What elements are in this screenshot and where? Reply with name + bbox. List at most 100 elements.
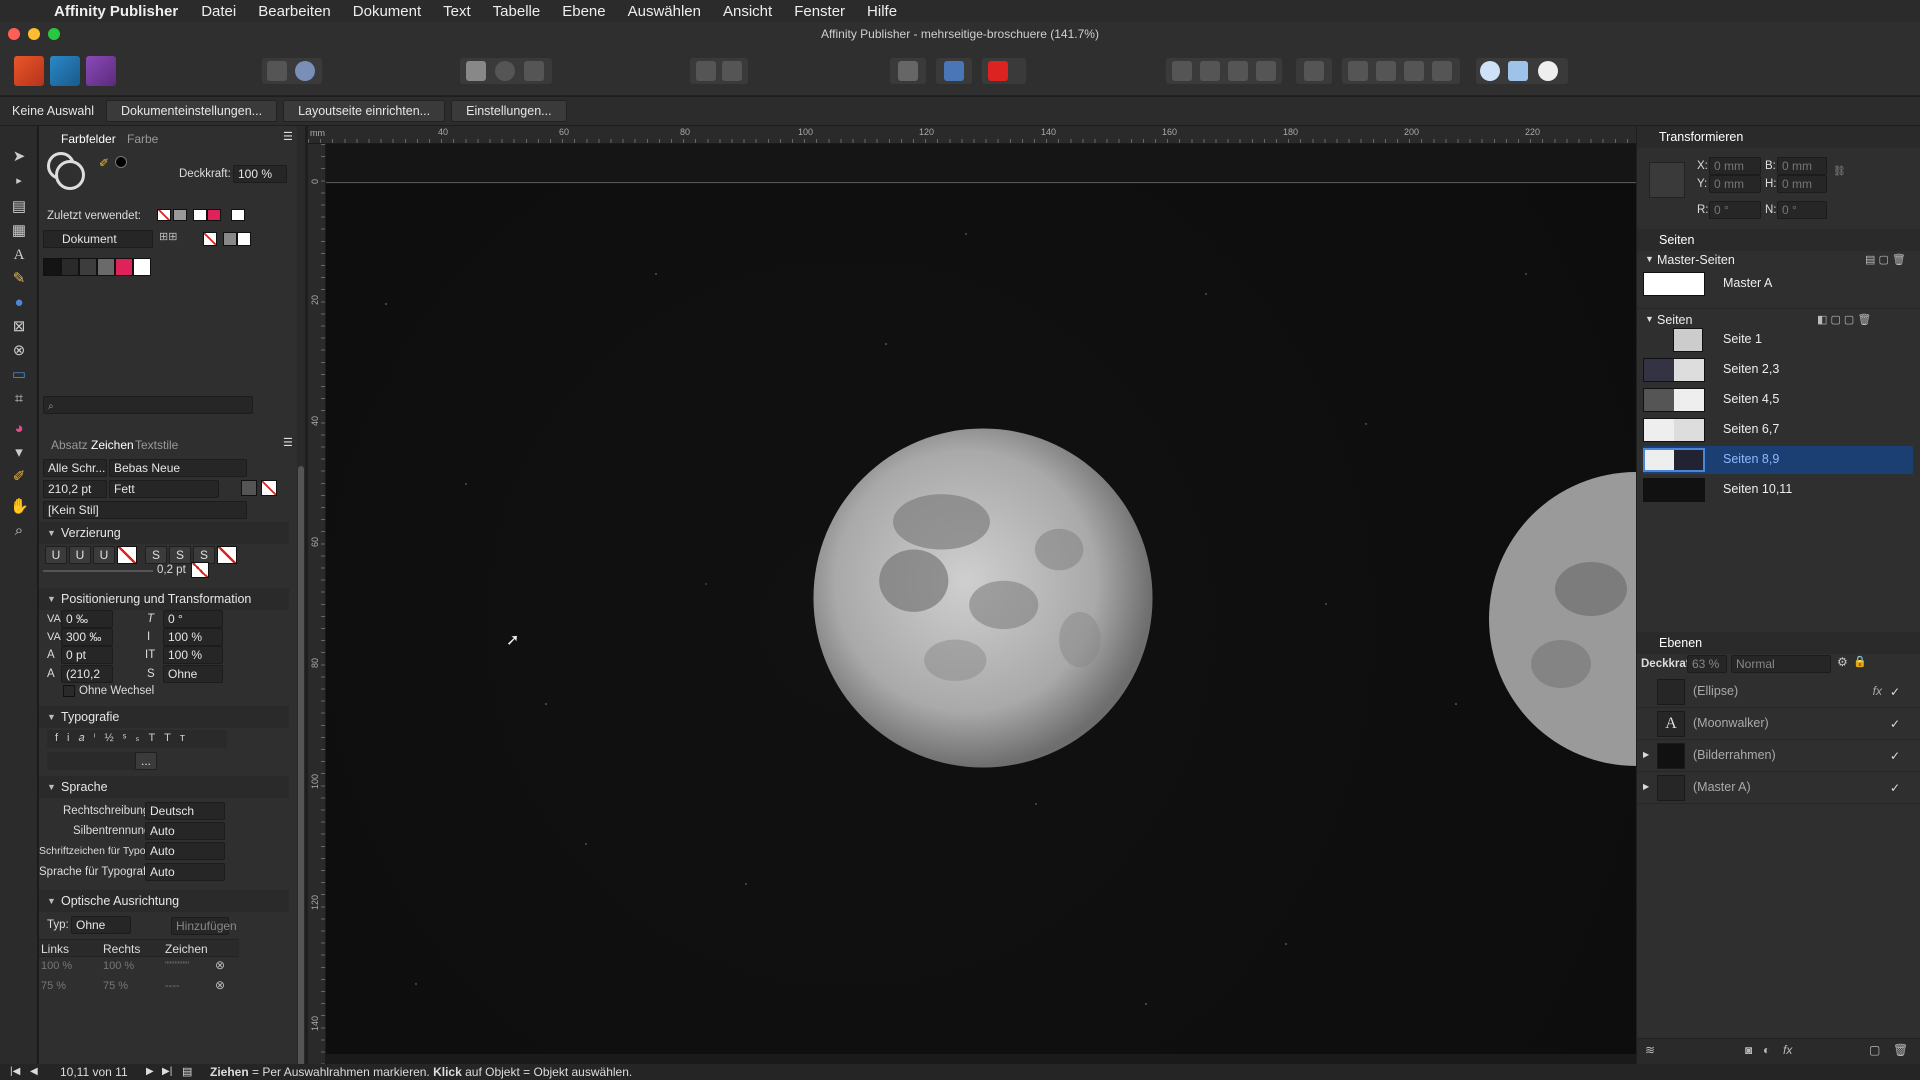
double-underline-button[interactable]: U	[69, 546, 91, 564]
x-field[interactable]: 0 mm	[1709, 157, 1761, 175]
prev-page-icon[interactable]: ◀	[30, 1064, 38, 1080]
delete-layer-icon[interactable]: 🗑	[1893, 1043, 1908, 1057]
typography-feature-icons[interactable]: fi𝑎ⁱ½ˢₛTTᴛ	[55, 732, 194, 744]
underline-color-swatch[interactable]	[117, 546, 137, 564]
minimize-window-button[interactable]	[28, 28, 40, 40]
rotation-field[interactable]: 0 °	[1709, 201, 1761, 219]
width-field[interactable]: 0 mm	[1777, 157, 1827, 175]
vertical-scale-field[interactable]: 100 %	[163, 628, 223, 646]
page-item[interactable]: Seiten 4,5	[1643, 386, 1913, 414]
remove-row-icon[interactable]: ⊗	[215, 978, 225, 992]
panel-menu-icon[interactable]: ☰	[283, 130, 293, 143]
pages-icon[interactable]: ▤	[182, 1064, 192, 1080]
blend-mode-select[interactable]: Normal	[1731, 655, 1831, 673]
palette-options-icon[interactable]: ⊞⊞	[159, 230, 177, 243]
underline-button[interactable]: U	[45, 546, 67, 564]
fx-icon[interactable]: fx	[1873, 684, 1882, 698]
move-forward-icon[interactable]	[1228, 61, 1248, 81]
page-item-selected[interactable]: Seiten 8,9	[1643, 446, 1913, 474]
alignment-type-select[interactable]: Ohne	[71, 916, 131, 934]
table-cell[interactable]: 100 %	[41, 960, 72, 972]
typography-buttons-row-2[interactable]	[47, 752, 137, 770]
moon-image-partial[interactable]	[1486, 469, 1636, 769]
preview-view-icon[interactable]	[495, 61, 515, 81]
hyphenation-select[interactable]: Auto	[145, 822, 225, 840]
move-front-icon[interactable]	[1256, 61, 1276, 81]
adjustment-icon[interactable]: ◐	[1763, 1043, 1770, 1057]
assistant-icon[interactable]	[295, 61, 315, 81]
double-strikethrough-button[interactable]: S	[169, 546, 191, 564]
horizontal-ruler[interactable]: mm 40 60 80 100 120 140 160 180 200 220	[308, 126, 1636, 144]
designer-persona-icon[interactable]	[50, 56, 80, 86]
document-canvas[interactable]: ➚	[326, 144, 1636, 1064]
text-fill-swatch[interactable]	[241, 480, 257, 496]
master-pages-header[interactable]: ▼ Master-Seiten ▤ ▢ 🗑	[1637, 251, 1920, 271]
page-item[interactable]: Seiten 6,7	[1643, 416, 1913, 444]
tab-swatches[interactable]: Farbfelder	[61, 132, 116, 146]
underline-style-button[interactable]: U	[93, 546, 115, 564]
flip-vertical-icon[interactable]	[1376, 61, 1396, 81]
tab-character[interactable]: Zeichen	[91, 438, 134, 452]
intersect-shapes-icon[interactable]	[1538, 61, 1558, 81]
effects-icon[interactable]: fx	[1783, 1043, 1792, 1057]
mask-layer-icon[interactable]: ◙	[1745, 1043, 1752, 1057]
layer-row[interactable]: A (Moonwalker) ✓	[1637, 708, 1920, 740]
no-break-checkbox[interactable]	[63, 685, 75, 697]
menu-bearbeiten[interactable]: Bearbeiten	[247, 3, 342, 20]
leading-field[interactable]: (210,2	[61, 665, 113, 683]
baseline-field[interactable]: 0 pt	[61, 646, 113, 664]
font-size-field[interactable]: 210,2 pt	[43, 480, 107, 498]
rotate-right-icon[interactable]	[1432, 61, 1452, 81]
page-item[interactable]: Seiten 10,11	[1643, 476, 1913, 504]
text-stroke-swatch[interactable]	[261, 480, 277, 496]
recent-swatch-pink[interactable]	[207, 209, 221, 221]
character-panel-menu-icon[interactable]: ☰	[283, 436, 293, 449]
layer-row[interactable]: (Ellipse) fx ✓	[1637, 676, 1920, 708]
outline-view-icon[interactable]	[524, 61, 544, 81]
palette-swatch-3[interactable]	[79, 258, 97, 276]
table-tool-icon[interactable]: ▦	[10, 222, 28, 240]
close-window-button[interactable]	[8, 28, 20, 40]
font-weight-select[interactable]: Fett	[109, 480, 219, 498]
shape-tool-icon[interactable]: ●	[10, 294, 28, 312]
add-layer-icon[interactable]: ▢	[1869, 1043, 1880, 1057]
table-cell[interactable]: 75 %	[103, 980, 128, 992]
palette-select[interactable]: Dokument	[43, 230, 153, 248]
text-frame-tool-icon[interactable]: ▤	[10, 198, 28, 216]
menu-text[interactable]: Text	[432, 3, 482, 20]
typography-more-button[interactable]: ...	[135, 752, 157, 770]
palette-swatch-5[interactable]	[115, 258, 133, 276]
ellipse-frame-tool-icon[interactable]: ⊗	[10, 342, 28, 360]
menu-app-name[interactable]: Affinity Publisher	[40, 3, 190, 20]
subtract-shapes-icon[interactable]	[1508, 61, 1528, 81]
preferences-button[interactable]: Einstellungen...	[451, 100, 567, 122]
add-alignment-button[interactable]: Hinzufügen	[171, 917, 237, 935]
decoration-section-header[interactable]: Verzierung	[39, 522, 289, 544]
snapping-magnet-icon[interactable]	[988, 61, 1008, 81]
menu-fenster[interactable]: Fenster	[783, 3, 856, 20]
color-picker-tool-icon[interactable]: ◕	[10, 420, 28, 438]
palette-swatch-4[interactable]	[97, 258, 115, 276]
stop-icon[interactable]	[722, 61, 742, 81]
shear-select[interactable]: Ohne	[163, 665, 223, 683]
move-back-icon[interactable]	[1172, 61, 1192, 81]
picture-frame-tool-icon[interactable]: ⊠	[10, 318, 28, 336]
master-page-item[interactable]: Master A	[1643, 270, 1913, 298]
align-icon[interactable]	[1304, 61, 1324, 81]
typography-section-header[interactable]: Typografie	[39, 706, 289, 728]
visibility-checkbox[interactable]: ✓	[1890, 781, 1904, 795]
kerning-field[interactable]: 0 ‰	[61, 610, 113, 628]
menu-ansicht[interactable]: Ansicht	[712, 3, 783, 20]
menu-ebene[interactable]: Ebene	[551, 3, 616, 20]
gear-icon[interactable]: ⚙	[1837, 655, 1848, 669]
swatch-gray-toggle[interactable]	[223, 232, 237, 246]
flip-horizontal-icon[interactable]	[1348, 61, 1368, 81]
palette-swatch-6[interactable]	[133, 258, 151, 276]
stroke-width-slider[interactable]	[43, 570, 153, 572]
text-flow-icon[interactable]	[944, 61, 964, 81]
typo-lang-select[interactable]: Auto	[145, 863, 225, 881]
normal-view-icon[interactable]	[466, 61, 486, 81]
layer-row[interactable]: ▶ (Master A) ✓	[1637, 772, 1920, 804]
last-page-icon[interactable]: ▶|	[162, 1064, 172, 1080]
stroke-color-well[interactable]	[55, 160, 85, 190]
